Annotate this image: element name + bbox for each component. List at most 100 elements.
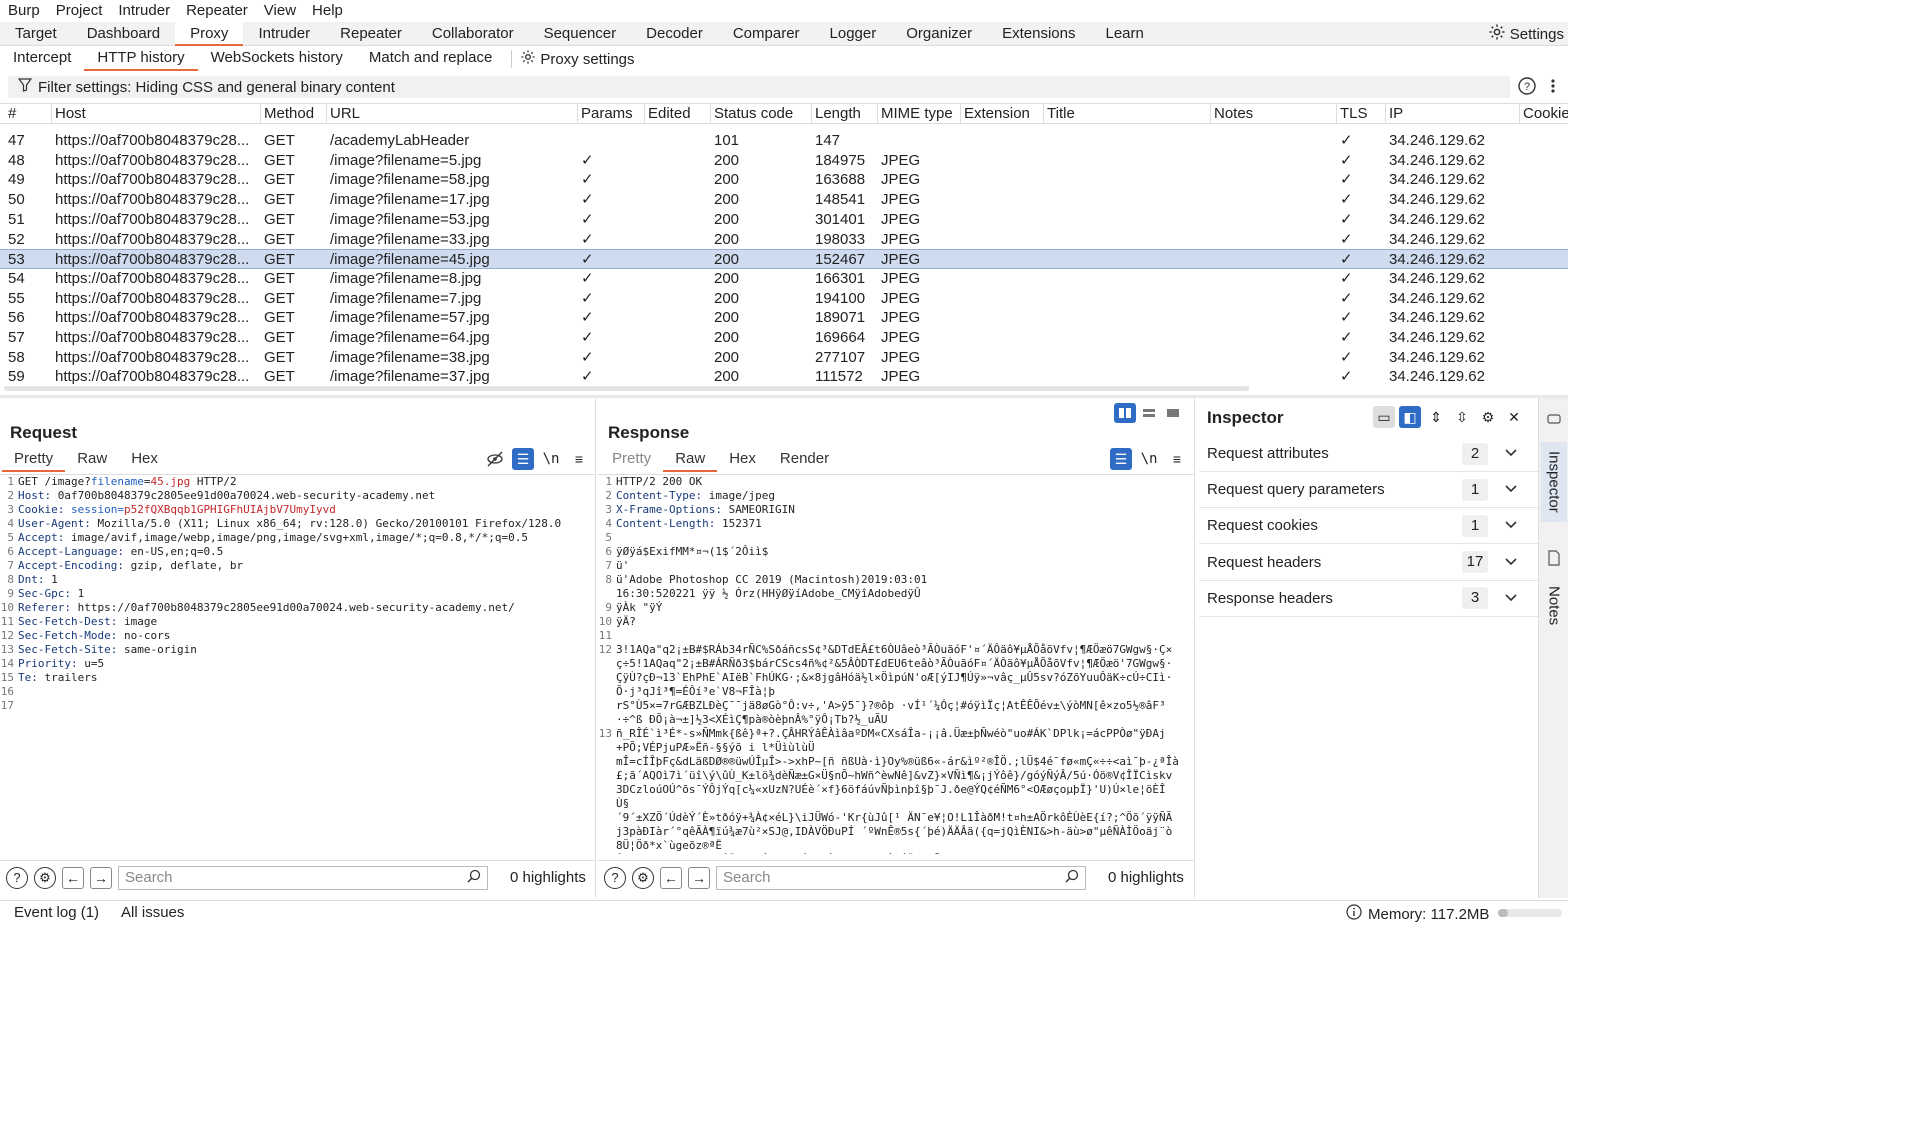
response-tab-hex[interactable]: Hex — [717, 450, 768, 472]
column-separator[interactable] — [1385, 104, 1386, 124]
column-header-status-code[interactable]: Status code — [714, 104, 812, 124]
column-header-params[interactable]: Params — [581, 104, 645, 124]
tab-target[interactable]: Target — [0, 22, 72, 46]
column-separator[interactable] — [260, 104, 261, 124]
column-header-length[interactable]: Length — [815, 104, 879, 124]
menu-item-view[interactable]: View — [256, 2, 304, 19]
tab-sequencer[interactable]: Sequencer — [529, 22, 632, 46]
column-separator[interactable] — [960, 104, 961, 124]
all-issues-link[interactable]: All issues — [121, 904, 184, 921]
layout-side-by-side-icon[interactable] — [1114, 403, 1136, 423]
request-editor[interactable]: 1 GET /image?filename=45.jpg HTTP/2 2 Host:… — [0, 474, 596, 854]
settings-button[interactable]: Settings — [1488, 22, 1564, 46]
gear-icon[interactable]: ⚙ — [632, 866, 654, 889]
tab-logger[interactable]: Logger — [815, 22, 892, 46]
newline-toggle[interactable]: \n — [1138, 448, 1160, 470]
tab-intruder[interactable]: Intruder — [243, 22, 325, 46]
request-tab-pretty[interactable]: Pretty — [2, 450, 66, 472]
tab-dashboard[interactable]: Dashboard — [72, 22, 175, 46]
inspector-section-response-headers[interactable]: Response headers 3 — [1199, 581, 1539, 617]
column-header-mime-type[interactable]: MIME type — [881, 104, 961, 124]
column-header-tls[interactable]: TLS — [1340, 104, 1386, 124]
chevron-down-icon[interactable] — [1504, 590, 1518, 607]
request-tab-raw[interactable]: Raw — [65, 450, 119, 472]
side-tab-inspector[interactable]: Inspector — [1541, 442, 1567, 522]
arrow-right-icon[interactable]: → — [90, 866, 112, 889]
response-search-input[interactable]: Search — [716, 865, 1086, 890]
arrow-left-icon[interactable]: ← — [660, 866, 682, 889]
arrow-left-icon[interactable]: ← — [62, 866, 84, 889]
table-row[interactable]: 53 https://0af700b8048379c28... GET/image?… — [0, 249, 1568, 270]
request-tab-hex[interactable]: Hex — [119, 450, 170, 472]
inspector-layout-right-icon[interactable]: ◧ — [1399, 406, 1421, 428]
expand-all-icon[interactable]: ⇕ — [1425, 406, 1447, 428]
event-log-link[interactable]: Event log (1) — [14, 904, 99, 921]
column-separator[interactable] — [1043, 104, 1044, 124]
column-separator[interactable] — [877, 104, 878, 124]
more-options-icon[interactable] — [1548, 77, 1558, 99]
newline-toggle[interactable]: \n — [540, 448, 562, 470]
table-row[interactable]: 59 https://0af700b8048379c28... GET/image?… — [0, 367, 1568, 387]
tab-learn[interactable]: Learn — [1090, 22, 1158, 46]
menu-item-help[interactable]: Help — [304, 2, 351, 19]
gear-icon[interactable]: ⚙ — [34, 866, 56, 889]
table-row[interactable]: 56 https://0af700b8048379c28... GET/image?… — [0, 308, 1568, 328]
column-header-[interactable]: # — [8, 104, 48, 124]
chevron-down-icon[interactable] — [1504, 517, 1518, 534]
column-header-title[interactable]: Title — [1047, 104, 1211, 124]
table-row[interactable]: 47 https://0af700b8048379c28... GET/academ… — [0, 131, 1568, 151]
hide-nonprintable-icon[interactable] — [484, 448, 506, 470]
response-editor[interactable]: 1 HTTP/2 200 OK 2 Content-Type: image/jpeg 3… — [598, 474, 1195, 854]
tab-repeater[interactable]: Repeater — [325, 22, 417, 46]
tab-proxy[interactable]: Proxy — [175, 21, 244, 46]
collapse-all-icon[interactable]: ⇳ — [1451, 406, 1473, 428]
menu-item-intruder[interactable]: Intruder — [110, 2, 178, 19]
proxy-settings-button[interactable]: Proxy settings — [511, 50, 635, 68]
tab-organizer[interactable]: Organizer — [891, 22, 987, 46]
menu-item-project[interactable]: Project — [48, 2, 111, 19]
tab-decoder[interactable]: Decoder — [631, 22, 718, 46]
column-separator[interactable] — [710, 104, 711, 124]
column-separator[interactable] — [1336, 104, 1337, 124]
table-row[interactable]: 50 https://0af700b8048379c28... GET/image?… — [0, 190, 1568, 210]
column-header-host[interactable]: Host — [55, 104, 260, 124]
inspector-section-request-cookies[interactable]: Request cookies 1 — [1199, 508, 1539, 545]
column-separator[interactable] — [1210, 104, 1211, 124]
response-tab-render[interactable]: Render — [768, 450, 841, 472]
table-row[interactable]: 55 https://0af700b8048379c28... GET/image?… — [0, 289, 1568, 309]
column-header-ip[interactable]: IP — [1389, 104, 1519, 124]
column-separator[interactable] — [1519, 104, 1520, 124]
table-row[interactable]: 52 https://0af700b8048379c28... GET/image?… — [0, 230, 1568, 250]
layout-stacked-icon[interactable] — [1138, 403, 1160, 423]
column-header-url[interactable]: URL — [330, 104, 578, 124]
arrow-right-icon[interactable]: → — [688, 866, 710, 889]
table-row[interactable]: 49 https://0af700b8048379c28... GET/image?… — [0, 170, 1568, 190]
response-tab-raw[interactable]: Raw — [663, 450, 718, 472]
table-row[interactable]: 57 https://0af700b8048379c28... GET/image?… — [0, 328, 1568, 348]
chevron-down-icon[interactable] — [1504, 445, 1518, 462]
filter-bar[interactable]: Filter settings: Hiding CSS and general … — [8, 76, 1510, 98]
word-wrap-icon[interactable]: ☰ — [512, 448, 534, 470]
tab-comparer[interactable]: Comparer — [718, 22, 815, 46]
response-tab-pretty[interactable]: Pretty — [600, 450, 663, 472]
side-tab-notes[interactable]: Notes — [1541, 576, 1567, 636]
column-header-edited[interactable]: Edited — [648, 104, 710, 124]
tab-collaborator[interactable]: Collaborator — [417, 22, 529, 46]
table-row[interactable]: 51 https://0af700b8048379c28... GET/image?… — [0, 210, 1568, 230]
inspector-section-request-query-parameters[interactable]: Request query parameters 1 — [1199, 472, 1539, 509]
request-search-input[interactable]: Search — [118, 865, 488, 890]
gear-icon[interactable]: ⚙ — [1477, 406, 1499, 428]
column-separator[interactable] — [577, 104, 578, 124]
chevron-down-icon[interactable] — [1504, 481, 1518, 498]
menu-icon[interactable]: ≡ — [1166, 448, 1188, 470]
subtab-websockets-history[interactable]: WebSockets history — [198, 47, 356, 71]
menu-item-burp[interactable]: Burp — [0, 2, 48, 19]
word-wrap-icon[interactable]: ☰ — [1110, 448, 1132, 470]
table-row[interactable]: 54 https://0af700b8048379c28... GET/image?… — [0, 269, 1568, 289]
column-separator[interactable] — [811, 104, 812, 124]
column-header-extension[interactable]: Extension — [964, 104, 1044, 124]
table-row[interactable]: 58 https://0af700b8048379c28... GET/image?… — [0, 348, 1568, 368]
menu-item-repeater[interactable]: Repeater — [178, 2, 256, 19]
tab-extensions[interactable]: Extensions — [987, 22, 1090, 46]
column-separator[interactable] — [644, 104, 645, 124]
